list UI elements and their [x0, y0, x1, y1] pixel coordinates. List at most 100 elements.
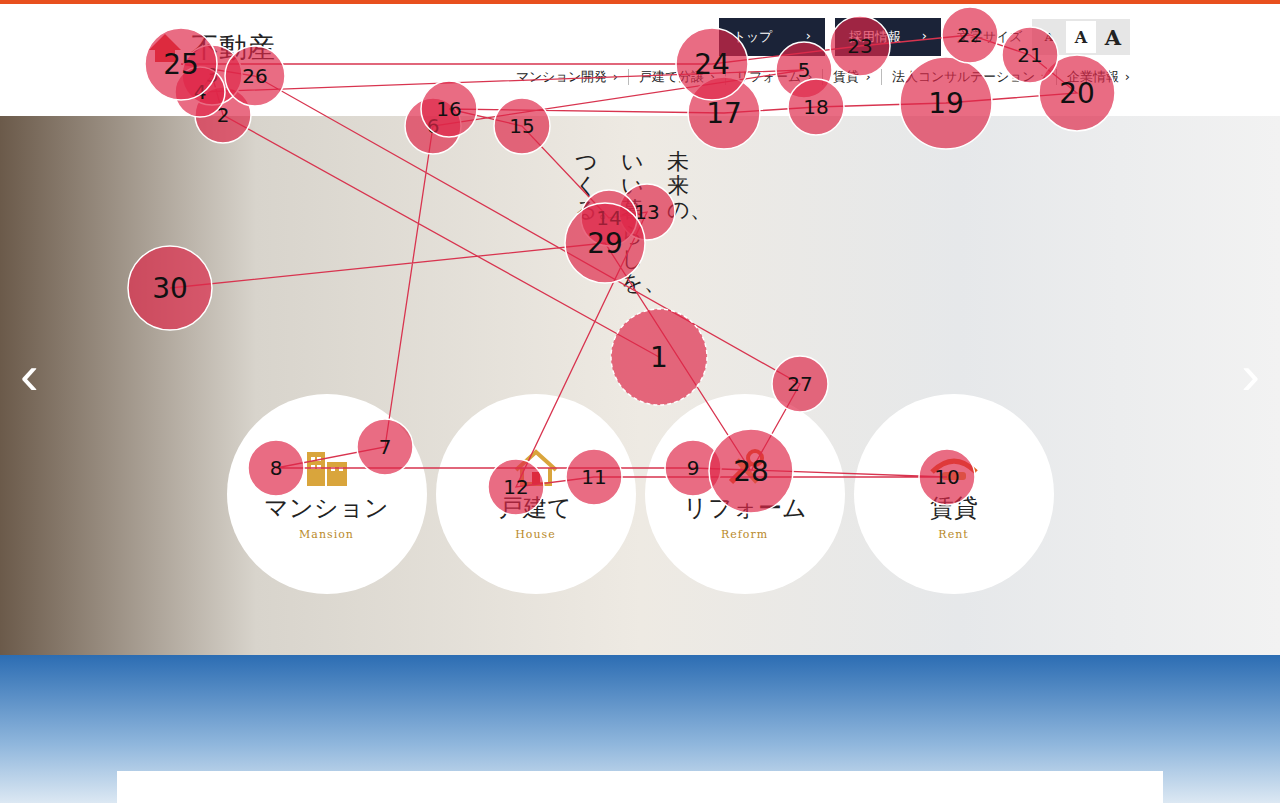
- fixation-number: 6: [427, 114, 440, 138]
- fixation-circle: [776, 42, 832, 98]
- fixation-number: 3: [206, 63, 219, 87]
- fixation: 2: [195, 87, 251, 143]
- nav-item[interactable]: 法人コンサルテーション›: [892, 68, 1046, 86]
- fixation-circle: [145, 28, 217, 100]
- fixation-circle: [688, 77, 760, 149]
- fixation: 18: [788, 79, 844, 135]
- fixation-number: 17: [706, 97, 742, 130]
- fixation-number: 5: [798, 58, 811, 82]
- fixation-circle: [565, 203, 645, 283]
- nav-item[interactable]: リフォーム›: [736, 68, 812, 86]
- fixation-circle: [488, 459, 544, 515]
- logo-text: 不動産: [191, 29, 275, 67]
- fixation-circle: [175, 67, 225, 117]
- fixation-number: 20: [1059, 77, 1095, 110]
- fixation-number: 1: [650, 341, 668, 374]
- fixation-number: 7: [379, 435, 392, 459]
- fixation-circle: [248, 440, 304, 496]
- fixation-number: 30: [152, 272, 188, 305]
- nav-item[interactable]: 企業情報›: [1067, 68, 1130, 86]
- fixation: 15: [494, 98, 550, 154]
- fixation-number: 18: [803, 95, 828, 119]
- utility-button[interactable]: トップ›: [719, 18, 825, 56]
- font-size-switcher: AAA: [1032, 19, 1130, 55]
- fixation-number: 12: [503, 475, 528, 499]
- hero-slider: 未来の、いい暮らしを、つくる。 ‹ › マンション Mansion 戸建て Ho…: [0, 116, 1280, 655]
- fixation-circle: [357, 419, 413, 475]
- fixation: 17: [688, 77, 760, 149]
- tagline-column: 未来の、: [667, 150, 689, 295]
- nav-separator: [881, 69, 882, 85]
- content-card: [117, 771, 1163, 803]
- fixation: 27: [772, 356, 828, 412]
- logo[interactable]: 不動産: [145, 4, 275, 92]
- header: 不動産 トップ›採用情報› 文字サイズ AAA マンション開発› 戸建て分譲› …: [0, 4, 1280, 116]
- fixation: 16: [421, 81, 477, 137]
- fixation: 4: [175, 67, 225, 117]
- fixation-number: 24: [694, 48, 730, 81]
- font-size-label: 文字サイズ: [957, 28, 1022, 46]
- top-accent-bar: [0, 0, 1280, 4]
- category-circle[interactable]: リフォーム Reform: [645, 394, 845, 594]
- fixation: 14: [581, 190, 637, 246]
- fixation-circle: [709, 429, 793, 513]
- nav-separator: [725, 69, 726, 85]
- category-sublabel: Mansion: [299, 528, 354, 541]
- fixation-number: 23: [847, 34, 872, 58]
- fixation: 8: [248, 440, 304, 496]
- fixation-number: 14: [596, 206, 621, 230]
- fixation-number: 10: [934, 465, 959, 489]
- fixation-circle: [182, 45, 242, 105]
- fixation: 7: [357, 419, 413, 475]
- fixation: 3: [182, 45, 242, 105]
- sky-section: [0, 655, 1280, 803]
- house-icon: [508, 448, 564, 488]
- fixation-circle: [619, 184, 675, 240]
- fixation-circle: [830, 16, 890, 76]
- fixation-number: 27: [787, 372, 812, 396]
- next-slide-button[interactable]: ›: [1235, 346, 1266, 404]
- fixation-number: 15: [509, 114, 534, 138]
- gaze-path: [170, 35, 1077, 487]
- fixation-circle: [1039, 55, 1115, 131]
- reform-icon: [717, 448, 773, 488]
- utility-button[interactable]: 採用情報›: [835, 18, 941, 56]
- fixation-number: 13: [634, 200, 659, 224]
- tagline-column: つくる。: [575, 150, 597, 295]
- fixation-number: 16: [436, 97, 461, 121]
- fixation: 22: [942, 7, 998, 63]
- nav-item[interactable]: 戸建て分譲›: [639, 68, 715, 86]
- fixation: 10: [919, 449, 975, 505]
- font-size-button[interactable]: A: [1034, 21, 1064, 53]
- prev-slide-button[interactable]: ‹: [14, 346, 45, 404]
- page: 不動産 トップ›採用情報› 文字サイズ AAA マンション開発› 戸建て分譲› …: [0, 0, 1280, 803]
- nav-item[interactable]: マンション開発›: [516, 68, 618, 86]
- fixation-circle: [566, 449, 622, 505]
- category-label: リフォーム: [683, 492, 807, 524]
- category-circle[interactable]: マンション Mansion: [227, 394, 427, 594]
- nav-item[interactable]: 賃貸›: [833, 68, 870, 86]
- fixation-number: 9: [687, 456, 700, 480]
- fixation-number: 8: [270, 456, 283, 480]
- font-size-button[interactable]: A: [1066, 21, 1096, 53]
- fixation: 9: [665, 440, 721, 496]
- fixation-circle: [900, 57, 992, 149]
- category-list: マンション Mansion 戸建て House リフォーム Reform 賃貸 …: [0, 116, 1280, 594]
- main-nav: マンション開発› 戸建て分譲› リフォーム› 賃貸› 法人コンサルテーション› …: [516, 68, 1130, 86]
- category-circle[interactable]: 賃貸 Rent: [854, 394, 1054, 594]
- fixation: 13: [619, 184, 675, 240]
- fixation: 6: [405, 98, 461, 154]
- fixation: 26: [225, 46, 285, 106]
- font-size-button[interactable]: A: [1098, 21, 1128, 53]
- fixation-circle: [195, 87, 251, 143]
- fixation: 1: [611, 309, 707, 405]
- fixation-number: 26: [242, 64, 267, 88]
- category-circle[interactable]: 戸建て House: [436, 394, 636, 594]
- fixation-number: 25: [163, 48, 199, 81]
- fixation: 24: [676, 28, 748, 100]
- category-sublabel: Reform: [721, 528, 768, 541]
- fixation: 19: [900, 57, 992, 149]
- fixation-circle: [581, 190, 637, 246]
- fixation: 20: [1039, 55, 1115, 131]
- fixation-number: 22: [957, 23, 982, 47]
